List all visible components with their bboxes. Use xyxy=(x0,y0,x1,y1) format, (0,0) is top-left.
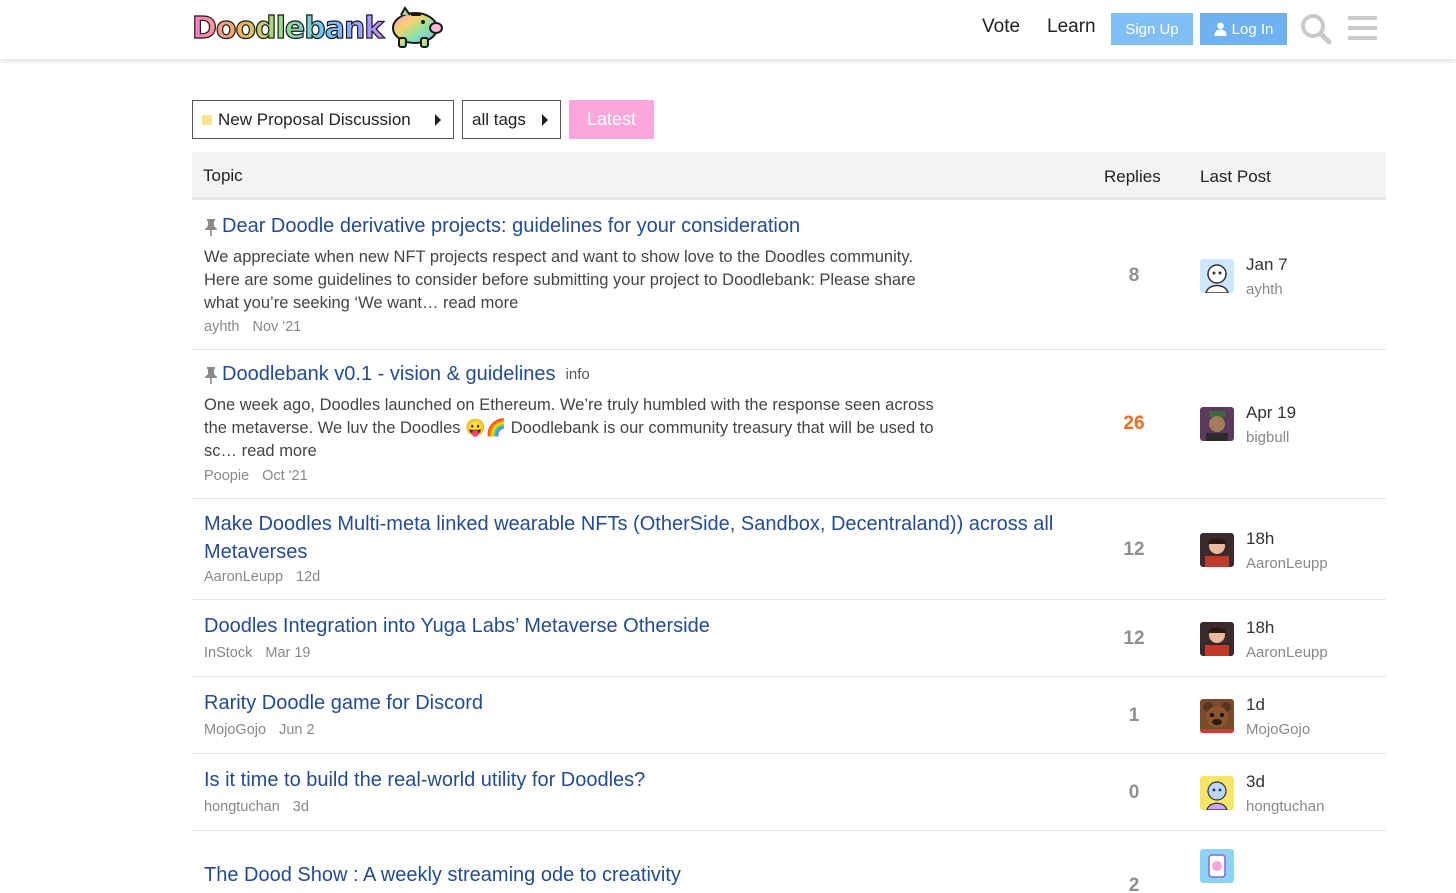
avatar[interactable] xyxy=(1200,776,1234,810)
topic-title-line: Metaverses xyxy=(204,541,308,563)
topic-title-link[interactable]: Is it time to build the real-world utili… xyxy=(204,769,645,792)
column-last-post[interactable]: Last Post xyxy=(1200,167,1271,187)
topic-date: Jun 2 xyxy=(279,722,315,738)
piggy-bank-icon xyxy=(392,6,444,48)
excerpt-line[interactable]: what you’re seeking ‘We want… read more xyxy=(204,292,1034,315)
topic-date: Nov '21 xyxy=(252,319,302,335)
table-row: The Dood Show : A weekly streaming ode t… xyxy=(192,831,1386,893)
topic-author[interactable]: AaronLeupp xyxy=(204,569,283,585)
topic-excerpt: One week ago, Doodles launched on Ethere… xyxy=(204,394,1034,463)
table-row: Doodlebank v0.1 - vision & guidelines in… xyxy=(192,350,1386,499)
topic-list-header: Topic Replies Last Post xyxy=(192,152,1386,200)
logo-text: Doodlebank xyxy=(191,10,384,46)
excerpt-line: the metaverse. We luv the Doodles 😛🌈 Doo… xyxy=(204,419,934,437)
topic-meta: MojoGojo Jun 2 xyxy=(204,722,315,738)
search-icon[interactable] xyxy=(1300,13,1332,45)
hamburger-menu-icon[interactable] xyxy=(1348,14,1377,42)
topic-date: Oct '21 xyxy=(262,468,308,484)
table-row: Dear Doodle derivative projects: guideli… xyxy=(192,203,1386,350)
topic-author[interactable]: InStock xyxy=(204,645,252,661)
login-label: Log In xyxy=(1231,20,1274,38)
excerpt-line: One week ago, Doodles launched on Ethere… xyxy=(204,396,934,414)
reply-count: 12 xyxy=(1123,628,1145,649)
last-post-user[interactable]: AaronLeupp xyxy=(1246,555,1328,572)
excerpt-line: We appreciate when new NFT projects resp… xyxy=(204,248,913,266)
user-icon xyxy=(1214,22,1227,36)
nav-learn[interactable]: Learn xyxy=(1047,16,1096,38)
topic-meta: InStock Mar 19 xyxy=(204,645,311,661)
column-topic[interactable]: Topic xyxy=(203,166,243,186)
excerpt-line[interactable]: sc… read more xyxy=(204,440,1034,463)
last-post-user[interactable]: MojoGojo xyxy=(1246,721,1310,738)
topic-title-link[interactable]: Doodlebank v0.1 - vision & guidelines xyxy=(222,363,556,386)
reply-count: 12 xyxy=(1123,539,1145,560)
caret-right-icon xyxy=(435,113,441,126)
last-post-time[interactable]: 1d xyxy=(1246,695,1265,715)
topic-meta: ayhth Nov '21 xyxy=(204,319,301,335)
last-post-user[interactable]: bigbull xyxy=(1246,429,1289,446)
avatar[interactable] xyxy=(1200,259,1234,293)
latest-tab[interactable]: Latest xyxy=(569,100,654,139)
site-header: Doodlebank Vote Learn Sign Up Log In xyxy=(0,0,1456,60)
reply-count: 0 xyxy=(1128,782,1140,803)
pin-icon xyxy=(205,366,217,384)
topic-meta: hongtuchan 3d xyxy=(204,799,309,815)
topic-tag[interactable]: info xyxy=(566,366,590,383)
topic-excerpt: We appreciate when new NFT projects resp… xyxy=(204,246,1034,315)
avatar[interactable] xyxy=(1200,533,1234,567)
category-color-swatch xyxy=(202,114,212,125)
caret-right-icon xyxy=(542,113,548,126)
last-post-time[interactable]: Jan 7 xyxy=(1246,255,1288,275)
tags-dropdown[interactable]: all tags xyxy=(462,100,561,139)
last-post-time[interactable]: 3d xyxy=(1246,772,1265,792)
tags-label: all tags xyxy=(472,109,526,129)
topic-date: 3d xyxy=(292,799,309,815)
topic-date: 12d xyxy=(296,569,321,585)
last-post-time[interactable]: Apr 19 xyxy=(1246,403,1296,423)
nav-vote[interactable]: Vote xyxy=(982,16,1020,38)
topic-meta: AaronLeupp 12d xyxy=(204,569,320,585)
table-row: Rarity Doodle game for Discord MojoGojo J… xyxy=(192,677,1386,754)
last-post-user[interactable]: AaronLeupp xyxy=(1246,644,1328,661)
column-replies[interactable]: Replies xyxy=(1104,167,1161,187)
avatar[interactable] xyxy=(1200,849,1234,883)
table-row: Make Doodles Multi-meta linked wearable … xyxy=(192,499,1386,600)
topic-title-link[interactable]: The Dood Show : A weekly streaming ode t… xyxy=(204,864,681,887)
topic-title-line: Make Doodles Multi-meta linked wearable … xyxy=(204,513,1054,535)
pin-icon xyxy=(205,218,217,236)
reply-count: 26 xyxy=(1123,413,1145,434)
login-button[interactable]: Log In xyxy=(1200,13,1287,45)
topic-title-link[interactable]: Make Doodles Multi-meta linked wearable … xyxy=(204,510,1054,566)
topic-author[interactable]: ayhth xyxy=(204,319,239,335)
category-dropdown[interactable]: New Proposal Discussion xyxy=(192,100,454,139)
avatar[interactable] xyxy=(1200,407,1234,441)
table-row: Doodles Integration into Yuga Labs’ Meta… xyxy=(192,600,1386,677)
topic-title-link[interactable]: Doodles Integration into Yuga Labs’ Meta… xyxy=(204,615,710,638)
topic-title-link[interactable]: Dear Doodle derivative projects: guideli… xyxy=(222,215,800,238)
table-row: Is it time to build the real-world utili… xyxy=(192,754,1386,831)
avatar[interactable] xyxy=(1200,622,1234,656)
site-logo[interactable]: Doodlebank xyxy=(191,5,445,51)
reply-count: 1 xyxy=(1128,705,1140,726)
last-post-user[interactable]: ayhth xyxy=(1246,281,1283,298)
topic-title-link[interactable]: Rarity Doodle game for Discord xyxy=(204,692,483,715)
topic-date: Mar 19 xyxy=(265,645,311,661)
reply-count: 8 xyxy=(1128,265,1140,286)
topic-author[interactable]: hongtuchan xyxy=(204,799,280,815)
last-post-user[interactable]: hongtuchan xyxy=(1246,798,1324,815)
topic-author[interactable]: MojoGojo xyxy=(204,722,266,738)
reply-count: 2 xyxy=(1128,875,1140,893)
last-post-time[interactable]: 18h xyxy=(1246,529,1274,549)
topic-author[interactable]: Poopie xyxy=(204,468,249,484)
signup-button[interactable]: Sign Up xyxy=(1111,13,1193,45)
excerpt-line: Here are some guidelines to consider bef… xyxy=(204,271,916,289)
category-label: New Proposal Discussion xyxy=(218,109,411,129)
avatar[interactable] xyxy=(1200,699,1234,733)
topic-meta: Poopie Oct '21 xyxy=(204,468,308,484)
last-post-time[interactable]: 18h xyxy=(1246,618,1274,638)
